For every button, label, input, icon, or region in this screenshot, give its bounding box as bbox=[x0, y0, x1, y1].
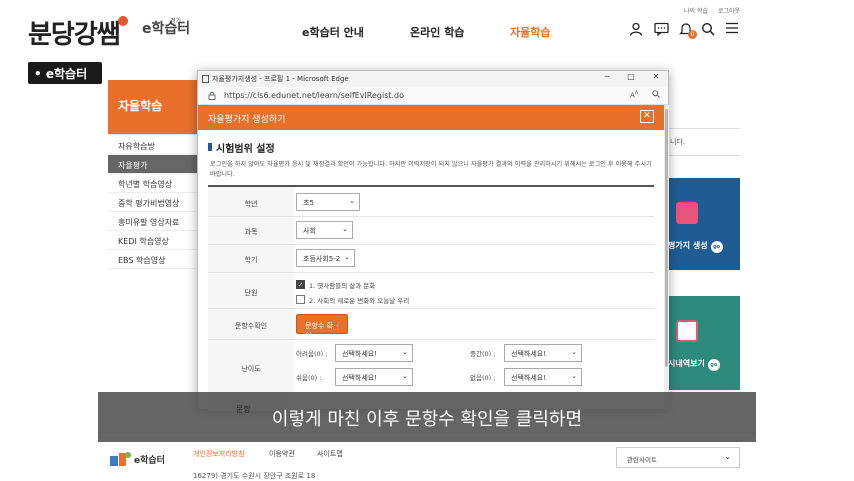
term-label: 학기 bbox=[244, 256, 258, 264]
search-icon[interactable] bbox=[700, 22, 716, 38]
go-icon: go bbox=[707, 359, 720, 371]
channel-badge: • e학습터 bbox=[28, 62, 102, 84]
brand-sub-logo[interactable]: e학습터 bbox=[142, 18, 190, 38]
zoom-icon[interactable] bbox=[652, 90, 660, 100]
unit-2-checkbox[interactable] bbox=[296, 295, 305, 304]
chevron-down-icon: ⌄ bbox=[349, 197, 355, 205]
address-bar[interactable]: https://cls6.edunet.net/learn/selfEvlReg… bbox=[198, 87, 668, 105]
unit-1-checkbox[interactable]: ✓ bbox=[296, 280, 305, 289]
privacy-policy-link[interactable]: 개인정보처리방침 bbox=[193, 449, 245, 459]
unit-1-label[interactable]: 1. 옛사람들의 삶과 문화 bbox=[309, 280, 375, 290]
minimize-button[interactable]: ─ bbox=[600, 72, 614, 85]
chevron-down-icon: ⌄ bbox=[342, 225, 348, 233]
popup-close-icon[interactable]: ✕ bbox=[640, 110, 654, 123]
grade-label: 학년 bbox=[244, 200, 258, 208]
nav-item-self-study[interactable]: 자율학습 bbox=[510, 24, 550, 40]
maximize-button[interactable]: □ bbox=[624, 72, 638, 85]
page-icon bbox=[202, 75, 209, 83]
sidebar-item-grade-videos[interactable]: 학년별 학습영상 bbox=[108, 174, 200, 193]
subtitle-text: 이렇게 마친 이후 문항수 확인을 클릭하면 bbox=[271, 409, 583, 430]
subject-select[interactable]: 사회 ⌄ bbox=[296, 221, 353, 239]
chevron-down-icon: ⌄ bbox=[571, 348, 577, 356]
window-titlebar[interactable]: 자율평가지생성 - 프로필 1 - Microsoft Edge bbox=[198, 71, 668, 87]
history-tile-label: 시내역보기 go bbox=[668, 358, 720, 371]
row-divider bbox=[208, 216, 654, 217]
logo-mark-icon bbox=[118, 16, 128, 26]
subject-label: 과목 bbox=[244, 228, 258, 236]
related-sites-select[interactable]: 관련사이트 ⌄ bbox=[616, 447, 740, 468]
unit-2-label[interactable]: 2. 사회의 새로운 변화와 오늘날 우리 bbox=[309, 295, 409, 305]
lock-icon bbox=[208, 91, 216, 100]
section-bullet-icon bbox=[208, 143, 212, 151]
unit-label: 단원 bbox=[244, 289, 258, 297]
notification-count-badge: 0 bbox=[688, 30, 697, 39]
difficulty-easy-select[interactable]: 선택하세요! ⌄ bbox=[335, 368, 413, 386]
chevron-down-icon: ⌄ bbox=[402, 372, 408, 380]
difficulty-none-select[interactable]: 선택하세요! ⌄ bbox=[504, 368, 582, 386]
row-divider bbox=[208, 308, 654, 309]
nav-item-online[interactable]: 온라인 학습 bbox=[410, 24, 464, 40]
row-divider bbox=[208, 272, 654, 273]
difficulty-mid-select[interactable]: 선택하세요! ⌄ bbox=[504, 344, 582, 362]
go-icon: go bbox=[710, 241, 723, 253]
scrollbar-thumb[interactable] bbox=[665, 109, 668, 367]
sitemap-link[interactable]: 사이트맵 bbox=[317, 449, 343, 459]
nav-item-guide[interactable]: e학습터 안내 bbox=[302, 24, 364, 40]
terms-link[interactable]: 이용약관 bbox=[269, 449, 295, 459]
create-eval-tile[interactable] bbox=[668, 178, 740, 270]
create-eval-tile-label: 평가지 생성 go bbox=[668, 240, 723, 253]
difficulty-easy-label: 쉬움(0) : bbox=[296, 374, 322, 382]
notebook-icon bbox=[676, 202, 698, 224]
close-window-button[interactable]: ✕ bbox=[649, 72, 663, 85]
sidebar-item-interest-videos[interactable]: 흥미유발 영상자료 bbox=[108, 212, 200, 231]
chevron-down-icon: ⌄ bbox=[344, 253, 350, 261]
sidebar-item-middle-eval-videos[interactable]: 중학 평가비법영상 bbox=[108, 193, 200, 212]
sidebar-title: 자율학습 bbox=[108, 80, 200, 134]
difficulty-none-label: 없음(0) : bbox=[470, 374, 496, 382]
read-aloud-icon[interactable]: Aʌ bbox=[630, 90, 638, 99]
chevron-down-icon: ⌄ bbox=[571, 372, 577, 380]
hand-cursor-icon: ☝ bbox=[333, 320, 340, 333]
difficulty-hard-select[interactable]: 선택하세요! ⌄ bbox=[335, 344, 413, 362]
history-tile[interactable] bbox=[668, 296, 740, 390]
count-check-label: 문항수확인 bbox=[234, 322, 268, 330]
chevron-down-icon: ⌄ bbox=[724, 452, 731, 461]
row-divider bbox=[208, 244, 654, 245]
difficulty-mid-label: 중간(0) : bbox=[470, 350, 496, 358]
document-icon bbox=[676, 320, 698, 342]
logout-link[interactable]: 로그아웃 bbox=[718, 6, 740, 15]
hamburger-menu-icon[interactable] bbox=[724, 22, 740, 38]
sidebar-item-kedi[interactable]: KEDI 학습영상 bbox=[108, 231, 200, 250]
chevron-down-icon: ⌄ bbox=[402, 348, 408, 356]
sidebar-item-ebs[interactable]: EBS 학습영상 bbox=[108, 250, 200, 269]
grade-select[interactable]: 초5 ⌄ bbox=[296, 193, 360, 211]
user-icon[interactable] bbox=[628, 22, 644, 38]
my-learning-link[interactable]: 나의 학습 bbox=[684, 6, 708, 15]
difficulty-label: 난이도 bbox=[241, 365, 261, 373]
term-select[interactable]: 초등사회5-2 ⌄ bbox=[296, 249, 355, 267]
chat-icon[interactable] bbox=[653, 22, 669, 38]
login-notice: 로그인을 하지 않아도 자율평가 응시 및 채점결과 확인이 가능합니다. 하지… bbox=[210, 161, 652, 178]
row-divider bbox=[208, 339, 654, 340]
form-label-column bbox=[208, 187, 294, 411]
section-title: 시험범위 설정 bbox=[216, 144, 275, 155]
footer-logo-icon bbox=[108, 450, 132, 468]
popup-browser-window: 자율평가지생성 - 프로필 1 - Microsoft Edge ─ □ ✕ h… bbox=[197, 70, 669, 411]
popup-header: 자율평가지 생성하기 bbox=[198, 105, 664, 130]
confirm-count-button[interactable]: 문항수 확인 bbox=[296, 314, 348, 340]
brand-logo-text[interactable]: 분당강쌤 bbox=[28, 14, 121, 51]
sidebar-item-self-eval[interactable]: 자율평가 bbox=[108, 155, 200, 174]
footer-logo-text: e학습터 bbox=[134, 456, 165, 466]
sidebar-item-free-room[interactable]: 자유학습방 bbox=[108, 136, 200, 155]
difficulty-hard-label: 어려움(0) : bbox=[296, 350, 328, 358]
page-notice-fragment: 니다. bbox=[668, 128, 740, 156]
